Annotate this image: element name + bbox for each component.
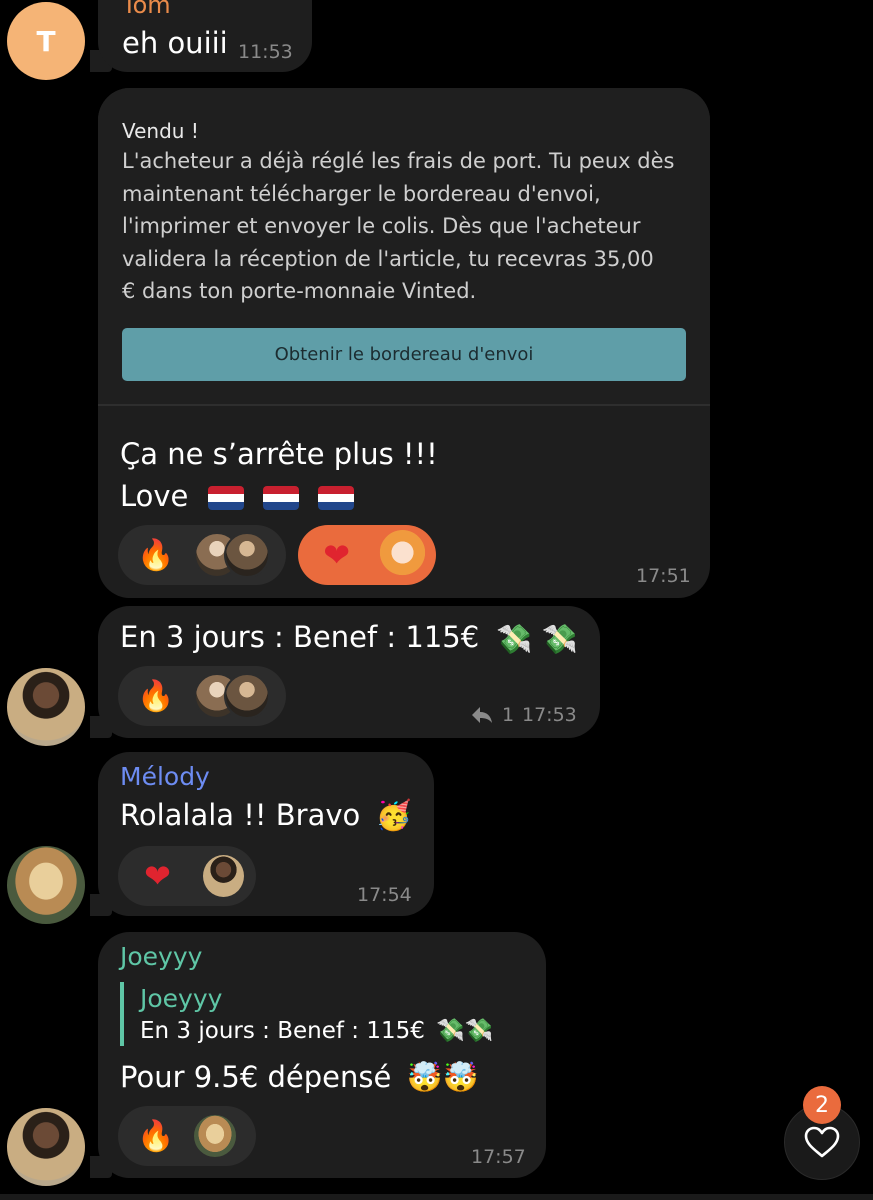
message-text: Pour 9.5€ dépensé 🤯🤯 (120, 1056, 479, 1098)
avatar-tom[interactable]: T (7, 2, 85, 80)
vinted-body-line: validera la réception de l'article, tu r… (122, 246, 654, 271)
netherlands-flag-icon (318, 486, 355, 510)
bottom-divider (0, 1194, 873, 1200)
money-wings-icon: 💸 (436, 1018, 465, 1044)
button-label: Obtenir le bordereau d'envoi (274, 344, 534, 365)
reaction-fire[interactable]: 🔥 (118, 1106, 256, 1166)
vinted-card: Vendu ! L'acheteur a déjà réglé les frai… (98, 88, 710, 406)
reply-count: 1 (502, 704, 515, 726)
bubble-tail (90, 716, 112, 738)
message-time: 17:53 (522, 704, 577, 726)
reaction-fire[interactable]: 🔥 (118, 666, 286, 726)
vinted-body: L'acheteur a déjà réglé les frais de por… (122, 145, 674, 308)
heart-icon: ❤ (323, 536, 350, 574)
money-wings-icon: 💸 (464, 1018, 494, 1044)
vinted-body-line: L'acheteur a déjà réglé les frais de por… (122, 149, 675, 173)
message-text: En 3 jours : Benef : 115€ 💸 💸 (120, 616, 578, 660)
message-time: 17:57 (471, 1146, 526, 1168)
vinted-title: Vendu ! (122, 119, 199, 143)
quoted-message[interactable]: Joeyyy En 3 jours : Benef : 115€ 💸💸 (120, 982, 524, 1046)
bubble-tail (90, 1156, 112, 1178)
avatar (224, 532, 270, 578)
message-text-value: Rolalala !! Bravo (120, 798, 361, 832)
sender-name: Joeyyy (120, 942, 203, 971)
message-text-value: Pour 9.5€ dépensé (120, 1060, 392, 1094)
reactions-badge: 2 (803, 1086, 841, 1124)
quote-text: En 3 jours : Benef : 115€ 💸💸 (140, 1016, 493, 1046)
badge-count: 2 (815, 1092, 829, 1118)
message-bubble-vinted[interactable]: Vendu ! L'acheteur a déjà réglé les frai… (98, 88, 710, 598)
heart-outline-icon (804, 1126, 840, 1158)
avatar-drake[interactable] (7, 1108, 85, 1186)
bubble-tail (90, 894, 112, 916)
reaction-fire[interactable]: 🔥 (118, 525, 286, 585)
message-time: 17:54 (357, 884, 412, 906)
message-time: 11:53 (238, 41, 293, 63)
exploding-head-icon: 🤯 (442, 1060, 479, 1094)
get-shipping-label-button[interactable]: Obtenir le bordereau d'envoi (122, 328, 686, 381)
avatar-letter: T (36, 24, 56, 58)
exploding-head-icon: 🤯 (406, 1060, 443, 1094)
money-wings-icon: 💸 (541, 622, 578, 656)
fire-icon: 🔥 (137, 1118, 175, 1154)
message-text-line2: Love (120, 475, 355, 517)
netherlands-flag-icon (262, 486, 299, 510)
avatar-drake[interactable] (7, 668, 85, 746)
sender-name: Mélody (120, 762, 210, 791)
message-text-line1: Ça ne s’arrête plus !!! (120, 437, 438, 471)
message-bubble-tom[interactable]: Tom eh ouiii 11:53 (98, 0, 312, 72)
quote-sender: Joeyyy (140, 984, 223, 1013)
message-text: Love (120, 479, 189, 513)
fire-icon: 🔥 (137, 537, 175, 573)
sender-name: Tom (122, 0, 171, 19)
message-text-value: En 3 jours : Benef : 115€ (120, 620, 480, 654)
message-bubble-benef[interactable]: En 3 jours : Benef : 115€ 💸 💸 🔥 1 17:53 (98, 606, 600, 738)
vinted-body-line: l'imprimer et envoyer le colis. Dès que … (122, 214, 641, 238)
netherlands-flag-icon (207, 486, 244, 510)
avatar-melody[interactable] (7, 846, 85, 924)
avatar (192, 1113, 238, 1159)
avatar (379, 530, 426, 580)
reaction-heart[interactable]: ❤ (118, 846, 256, 906)
reply-counter[interactable]: 1 (470, 704, 514, 726)
fire-icon: 🔥 (137, 678, 175, 714)
reaction-heart[interactable]: ❤ (298, 525, 436, 585)
quote-text-value: En 3 jours : Benef : 115€ (140, 1018, 425, 1044)
avatar (224, 673, 270, 719)
message-text: eh ouiii (122, 26, 228, 60)
vinted-body-line: € dans ton porte-monnaie Vinted. (122, 279, 477, 303)
party-face-icon: 🥳 (375, 798, 412, 832)
vinted-body-line: maintenant télécharger le bordereau d'en… (122, 181, 601, 206)
avatar (200, 853, 246, 899)
message-text: Rolalala !! Bravo 🥳 (120, 794, 412, 836)
message-bubble-joey[interactable]: Joeyyy Joeyyy En 3 jours : Benef : 115€ … (98, 932, 546, 1178)
reply-arrow-icon (472, 707, 492, 723)
message-time: 17:51 (636, 565, 691, 587)
money-wings-icon: 💸 (496, 622, 533, 656)
heart-icon: ❤ (144, 857, 171, 895)
message-bubble-melody[interactable]: Mélody Rolalala !! Bravo 🥳 ❤ 17:54 (98, 752, 434, 916)
